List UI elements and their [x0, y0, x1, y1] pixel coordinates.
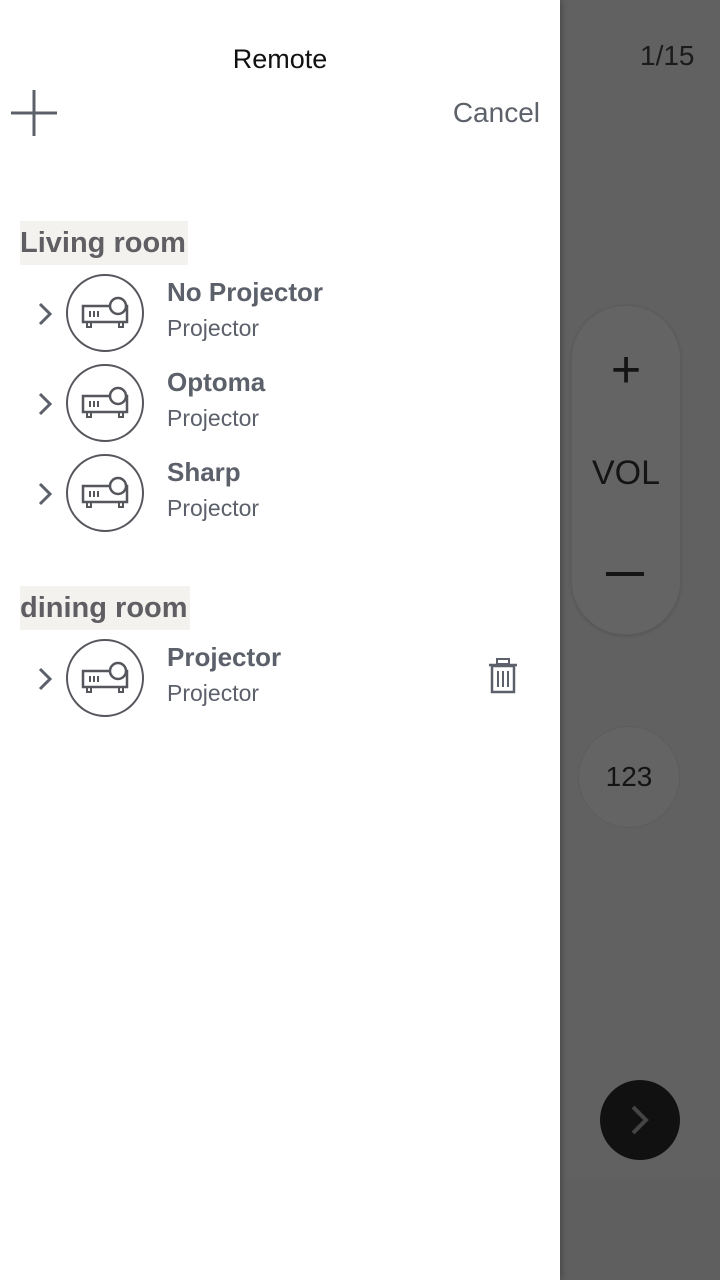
group-label-living-room: Living room	[20, 221, 188, 265]
device-type: Projector	[167, 405, 260, 431]
remote-drawer: Remote Cancel Living room No Projector P…	[0, 0, 560, 1280]
device-name: Sharp	[167, 457, 241, 487]
chevron-right-icon[interactable]	[36, 666, 54, 692]
chevron-right-icon[interactable]	[36, 481, 54, 507]
device-type: Projector	[167, 495, 260, 521]
device-type: Projector	[167, 680, 260, 706]
device-item[interactable]: Sharp Projector	[0, 453, 560, 535]
device-name: Projector	[167, 642, 282, 672]
device-item[interactable]: Optoma Projector	[0, 363, 560, 445]
projector-icon	[66, 454, 144, 532]
projector-icon	[66, 364, 144, 442]
device-item[interactable]: Projector Projector	[0, 638, 560, 720]
trash-icon[interactable]	[487, 657, 519, 695]
device-name: Optoma	[167, 367, 266, 397]
drawer-title: Remote	[232, 44, 328, 74]
chevron-right-icon[interactable]	[36, 391, 54, 417]
chevron-right-icon[interactable]	[36, 301, 54, 327]
add-device-button[interactable]	[10, 89, 58, 137]
device-name: No Projector	[167, 277, 324, 307]
plus-icon	[11, 90, 57, 136]
projector-icon	[66, 639, 144, 717]
group-label-dining-room: dining room	[20, 586, 190, 630]
device-item[interactable]: No Projector Projector	[0, 273, 560, 355]
device-type: Projector	[167, 315, 260, 341]
projector-icon	[66, 274, 144, 352]
cancel-button[interactable]: Cancel	[453, 97, 540, 129]
